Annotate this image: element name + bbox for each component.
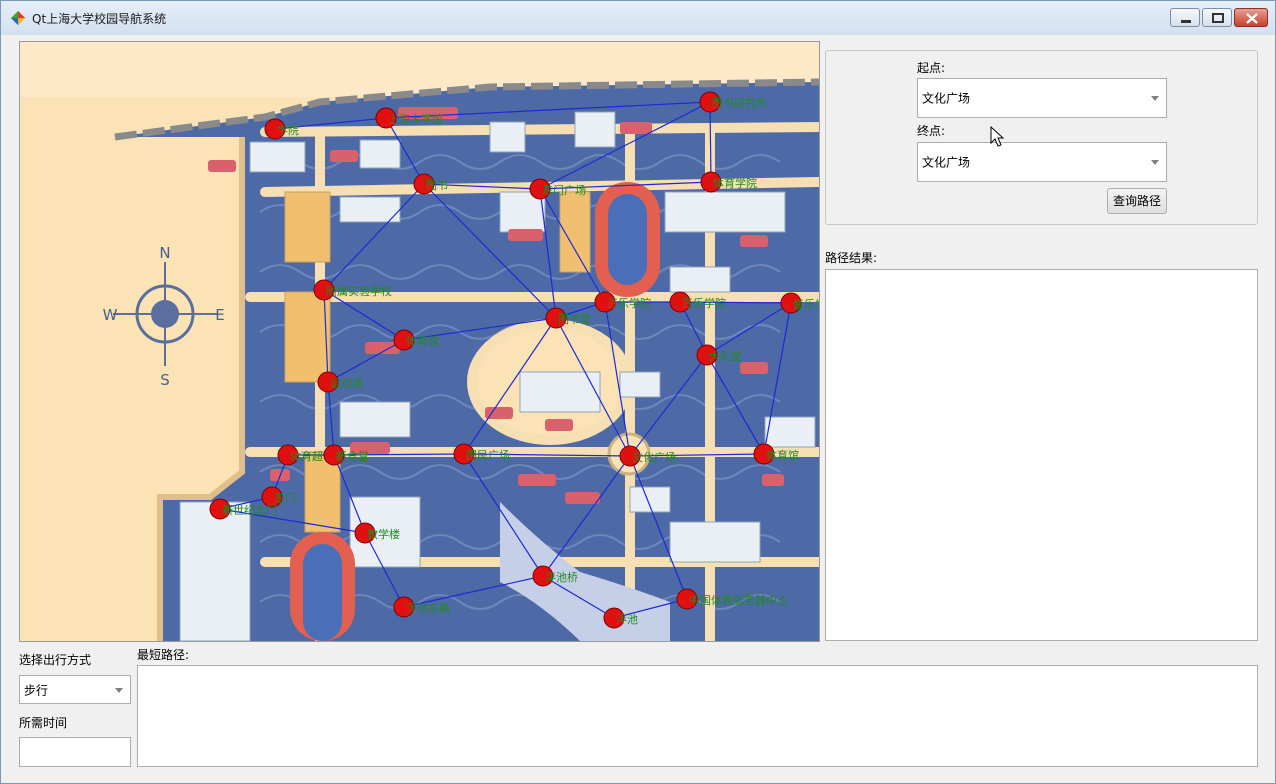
- travel-mode-combo[interactable]: 步行: [19, 675, 131, 704]
- compass-n: N: [159, 244, 170, 262]
- map-node-label: 图书馆: [558, 312, 591, 326]
- map-node-label: 音乐学院: [793, 297, 819, 311]
- maximize-icon: [1212, 13, 1224, 23]
- result-label: 路径结果:: [825, 251, 878, 265]
- map-node-label: 附属实验学校: [326, 284, 392, 298]
- map-node-label: 文化广场: [632, 450, 676, 464]
- mouse-cursor-icon: [990, 126, 1005, 147]
- map-node-label: 体育馆: [406, 334, 439, 348]
- map-node-label: 新食堂: [336, 449, 369, 463]
- compass-s: S: [160, 371, 170, 389]
- map-node-label: 国民广场: [466, 448, 510, 462]
- start-label: 起点:: [917, 61, 946, 75]
- result-text[interactable]: [825, 269, 1258, 641]
- main-content: N S W E 学院 上海大学馆 图书研究所图书 东门广场 体育学院附属实验学校图书馆 音…: [9, 35, 1267, 775]
- end-label: 终点:: [917, 124, 946, 138]
- map-node-label: 东门: [274, 491, 296, 505]
- search-route-button[interactable]: 查询路径: [1107, 188, 1167, 214]
- map-node-label: 运动场: [330, 376, 363, 390]
- shortest-path-text[interactable]: [137, 665, 1258, 767]
- map-node-label: 泮池: [616, 612, 638, 626]
- map-node-label: 大礼堂: [709, 349, 742, 363]
- window-title: Qt上海大学校园导航系统: [32, 12, 167, 26]
- chevron-down-icon: [1151, 160, 1159, 165]
- map-node-label: 新世纪北门: [222, 503, 277, 517]
- campus-map-canvas: N S W E 学院 上海大学馆 图书研究所图书 东门广场 体育学院附属实验学校图书馆 音…: [20, 42, 819, 641]
- end-combo[interactable]: 文化广场: [917, 142, 1167, 182]
- app-window: Qt上海大学校园导航系统 N S W E 学院 上海大学馆 图书研究所 图书 东…: [0, 0, 1276, 784]
- close-button[interactable]: [1234, 8, 1268, 27]
- map-node-label: 中国体育服务器中心: [689, 593, 788, 607]
- minimize-icon: [1181, 20, 1191, 23]
- maximize-button[interactable]: [1202, 8, 1232, 27]
- map-node-label: 教学楼: [367, 527, 400, 541]
- map-node-label: 上海大学馆: [388, 112, 443, 126]
- map-node-label: 音乐学院: [682, 296, 726, 310]
- map-node-label: 泮池东路: [406, 601, 450, 615]
- map-node-label: 学院: [277, 123, 299, 137]
- qt-app-icon: [11, 11, 25, 25]
- start-combo[interactable]: 文化广场: [917, 78, 1167, 118]
- title-bar: Qt上海大学校园导航系统: [1, 1, 1275, 35]
- compass-e: E: [215, 306, 224, 324]
- compass-w: W: [103, 306, 118, 324]
- map-node-label: 东门广场: [542, 183, 586, 197]
- map-node-label: 图书研究所: [712, 96, 767, 110]
- chevron-down-icon: [115, 687, 123, 693]
- start-value: 文化广场: [922, 91, 971, 106]
- time-label: 所需时间: [19, 716, 68, 730]
- chevron-down-icon: [1151, 96, 1159, 101]
- map-node-label: 图书: [426, 179, 448, 192]
- campus-map[interactable]: N S W E 学院 上海大学馆 图书研究所图书 东门广场 体育学院附属实验学校图书馆 音…: [19, 41, 820, 642]
- shortest-path-label: 最短路径:: [137, 648, 190, 662]
- end-value: 文化广场: [922, 155, 971, 170]
- map-node-label: 体育馆: [766, 448, 799, 462]
- time-field[interactable]: [19, 737, 131, 767]
- travel-mode-value: 步行: [24, 683, 49, 697]
- route-query-group: 起点: 文化广场 终点: 文化广场 查询路径: [825, 50, 1258, 225]
- travel-mode-label: 选择出行方式: [19, 653, 92, 667]
- map-node-label: 泮池桥: [545, 570, 578, 584]
- map-node-label: 音乐学院: [607, 296, 651, 310]
- map-node-label: 体育学院: [713, 176, 757, 190]
- close-icon: [1246, 13, 1258, 24]
- minimize-button[interactable]: [1170, 8, 1200, 27]
